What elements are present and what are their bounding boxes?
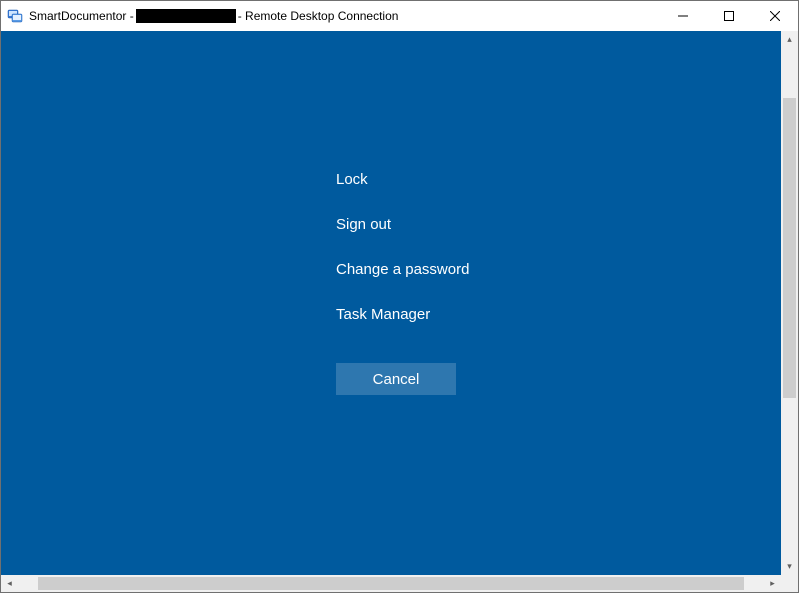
- title-suffix: - Remote Desktop Connection: [238, 9, 399, 23]
- title-prefix: SmartDocumentor -: [29, 9, 134, 23]
- vscroll-track[interactable]: [781, 48, 798, 558]
- window-controls: [660, 1, 798, 31]
- task-manager-option[interactable]: Task Manager: [336, 306, 469, 323]
- hscroll-track[interactable]: [18, 575, 764, 592]
- scrollbar-corner: [781, 575, 798, 592]
- sign-out-option[interactable]: Sign out: [336, 216, 469, 233]
- minimize-button[interactable]: [660, 1, 706, 31]
- vertical-scrollbar[interactable]: ▴ ▾: [781, 31, 798, 575]
- vscroll-thumb[interactable]: [783, 98, 796, 398]
- horizontal-scrollbar[interactable]: ◂ ▸: [1, 575, 798, 592]
- titlebar: SmartDocumentor - - Remote Desktop Conne…: [1, 1, 798, 31]
- maximize-icon: [724, 11, 734, 21]
- windows-security-menu: Lock Sign out Change a password Task Man…: [336, 171, 469, 395]
- scroll-up-arrow-icon[interactable]: ▴: [781, 31, 798, 48]
- title-redacted: [136, 9, 236, 23]
- lock-option[interactable]: Lock: [336, 171, 469, 188]
- hscroll-thumb[interactable]: [38, 577, 744, 590]
- close-button[interactable]: [752, 1, 798, 31]
- cancel-button[interactable]: Cancel: [336, 363, 456, 395]
- close-icon: [770, 11, 780, 21]
- scroll-left-arrow-icon[interactable]: ◂: [1, 575, 18, 592]
- rdp-window: SmartDocumentor - - Remote Desktop Conne…: [0, 0, 799, 593]
- scroll-right-arrow-icon[interactable]: ▸: [764, 575, 781, 592]
- maximize-button[interactable]: [706, 1, 752, 31]
- content-wrapper: Lock Sign out Change a password Task Man…: [1, 31, 798, 575]
- window-title: SmartDocumentor - - Remote Desktop Conne…: [29, 9, 660, 23]
- scroll-down-arrow-icon[interactable]: ▾: [781, 558, 798, 575]
- remote-desktop-viewport: Lock Sign out Change a password Task Man…: [1, 31, 781, 575]
- change-password-option[interactable]: Change a password: [336, 261, 469, 278]
- minimize-icon: [678, 11, 688, 21]
- rdp-icon: [7, 8, 23, 24]
